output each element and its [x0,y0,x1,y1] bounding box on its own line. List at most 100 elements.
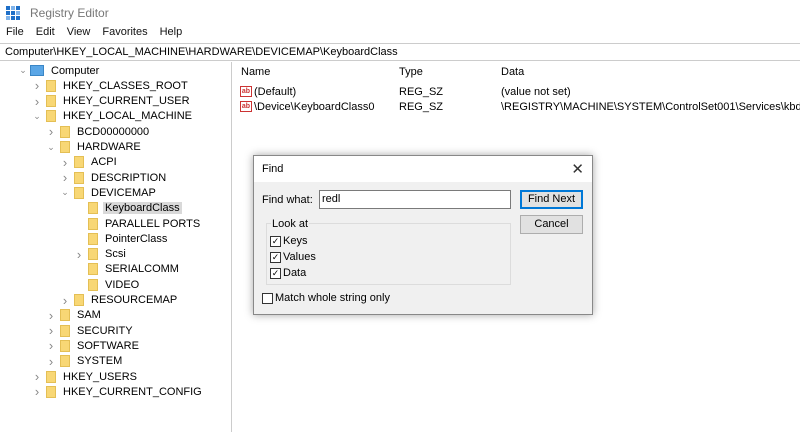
menu-help[interactable]: Help [154,26,189,43]
chevron-right-icon[interactable]: › [32,384,42,399]
tree-item[interactable]: ⌄ DEVICEMAP [60,185,158,200]
tree-item[interactable]: › ACPI [60,155,119,170]
tree-item[interactable]: › SAM [46,308,103,323]
folder-icon [88,248,98,261]
chevron-right-icon[interactable]: › [60,155,70,170]
tree-item[interactable]: › SECURITY [46,323,135,338]
tree-item[interactable]: › HKEY_CURRENT_CONFIG [32,384,204,399]
match-whole-label: Match whole string only [275,292,390,304]
tree-item-label: ACPI [91,156,117,169]
folder-icon [74,294,84,306]
chevron-right-icon[interactable]: › [46,338,56,353]
tree-item[interactable]: PointerClass [74,231,169,246]
keys-label: Keys [283,235,308,247]
find-what-input[interactable]: redl [319,190,511,209]
tree-item-label: BCD00000000 [77,125,150,138]
values-label: Values [283,251,316,263]
tree-item-label: SOFTWARE [77,339,139,352]
tree-item[interactable]: ⌄ HKEY_LOCAL_MACHINE [32,109,194,124]
find-next-button[interactable]: Find Next [520,190,583,209]
tree-item-label: HARDWARE [77,141,141,153]
folder-icon [88,217,98,230]
folder-icon [88,202,98,215]
chevron-right-icon[interactable]: › [74,247,84,262]
menu-file[interactable]: File [0,26,30,43]
tree-item[interactable]: SERIALCOMM [74,262,181,277]
chevron-right-icon[interactable]: › [32,369,42,384]
tree-item-label: HKEY_USERS [63,370,137,383]
chevron-right-icon[interactable]: › [46,124,56,139]
tree-item[interactable]: KeyboardClass [74,201,182,216]
checkbox-box [262,292,273,304]
tree-item[interactable]: › RESOURCEMAP [60,293,179,308]
tree-item[interactable]: › SOFTWARE [46,338,141,353]
chevron-right-icon[interactable]: › [60,170,70,185]
chevron-down-icon[interactable]: ⌄ [32,111,42,122]
chevron-right-icon[interactable]: › [46,354,56,369]
tree-item[interactable]: › DESCRIPTION [60,170,168,185]
tree-item[interactable]: › HKEY_USERS [32,369,139,384]
tree-item[interactable]: VIDEO [74,277,141,292]
value-row[interactable]: ab \Device\KeyboardClass0 REG_SZ \REGIST… [240,99,800,114]
title-bar: Registry Editor [0,0,800,26]
tree-item[interactable]: ⌄ Computer [18,63,101,78]
chevron-right-icon[interactable]: › [46,308,56,323]
tree-item[interactable]: › BCD00000000 [46,124,151,139]
tree-item-label: Computer [51,64,100,77]
value-data: \REGISTRY\MACHINE\SYSTEM\ControlSet001\S… [501,100,800,113]
folder-icon [46,95,56,108]
string-value-icon: ab [240,101,252,112]
chevron-down-icon[interactable]: ⌄ [60,187,70,198]
tree-item-label: SAM [77,309,101,322]
column-type[interactable]: Type [399,66,423,81]
menu-edit[interactable]: Edit [30,26,61,43]
checkmark-icon: ✓ [270,251,281,263]
tree-item-label: KeyboardClass [103,202,182,215]
column-name[interactable]: Name [241,66,270,81]
folder-icon [74,156,84,169]
tree-item[interactable]: › HKEY_CURRENT_USER [32,94,192,109]
tree-item[interactable]: › HKEY_CLASSES_ROOT [32,78,190,93]
tree-item[interactable]: ⌄ HARDWARE [46,140,143,155]
match-whole-string-checkbox[interactable]: Match whole string only [262,292,390,304]
tree-item[interactable]: › SYSTEM [46,354,124,369]
chevron-down-icon[interactable]: ⌄ [18,65,28,76]
computer-icon [30,65,44,76]
checkmark-icon: ✓ [270,235,281,247]
string-value-icon: ab [240,86,252,97]
menu-view[interactable]: View [61,26,97,43]
value-data: (value not set) [501,85,571,98]
value-row[interactable]: ab (Default) REG_SZ (value not set) [240,84,800,99]
tree-item-label: SERIALCOMM [105,263,179,276]
tree-item-label: Scsi [105,248,126,261]
chevron-down-icon[interactable]: ⌄ [46,142,56,153]
tree-item-label: PARALLEL PORTS [105,217,201,230]
keys-checkbox[interactable]: ✓ Keys [270,235,307,247]
close-icon[interactable]: ✕ [571,160,584,178]
tree-item-label: DESCRIPTION [91,171,167,184]
tree-item[interactable]: PARALLEL PORTS [74,216,202,231]
folder-icon [60,125,70,138]
chevron-right-icon[interactable]: › [60,293,70,308]
cancel-button[interactable]: Cancel [520,215,583,234]
data-label: Data [283,267,307,279]
column-data[interactable]: Data [501,66,524,81]
chevron-right-icon[interactable]: › [46,323,56,338]
chevron-right-icon[interactable]: › [32,94,42,109]
data-checkbox[interactable]: ✓ Data [270,267,306,279]
menu-favorites[interactable]: Favorites [96,26,153,43]
folder-icon [60,309,70,322]
find-dialog-title: Find [254,156,592,182]
values-checkbox[interactable]: ✓ Values [270,251,316,263]
tree-item-label: VIDEO [105,278,140,291]
menu-bar: File Edit View Favorites Help [0,26,188,43]
value-type: REG_SZ [399,100,444,113]
registry-editor-icon [6,6,20,20]
chevron-right-icon[interactable]: › [32,78,42,93]
window-title: Registry Editor [30,6,109,20]
find-dialog: Find ✕ Find what: redl Find Next Cancel … [253,155,593,315]
folder-icon [60,141,70,153]
address-bar[interactable]: Computer\HKEY_LOCAL_MACHINE\HARDWARE\DEV… [0,43,800,61]
tree-item[interactable]: › Scsi [74,247,128,262]
tree-item-label: SYSTEM [77,355,123,368]
